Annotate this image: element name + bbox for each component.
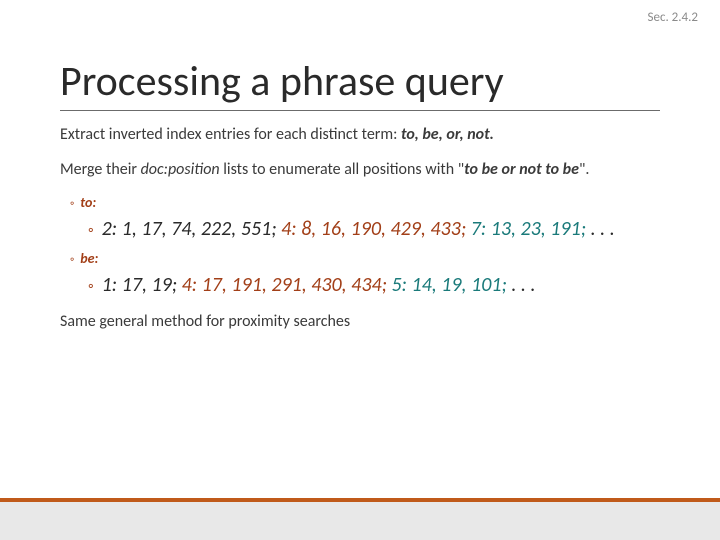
para2-mid: lists to enumerate all positions with " [220,160,465,179]
bullet-dot-icon: ◦ [88,221,94,241]
page-title: Processing a phrase query [60,60,660,104]
be-ellipsis: . . . [511,273,535,297]
be-seg2: 4: 17, 191, 291, 430, 434; [182,273,387,297]
title-rule [60,110,660,111]
para1-terms: to, be, or, not. [401,125,494,144]
bullet-be-data: ◦ 1: 17, 19; 4: 17, 191, 291, 430, 434; … [88,273,660,298]
para2-phrase: to be or not to be [464,160,579,179]
paragraph-closing: Same general method for proximity search… [60,312,660,332]
to-label: to: [80,194,96,211]
be-label: be: [80,250,98,267]
bullet-be-label: ◦ be: [70,250,660,267]
slide: Sec. 2.4.2 Processing a phrase query Ext… [0,0,720,540]
section-label: Sec. 2.4.2 [648,10,699,25]
para2-tail: ". [579,160,589,179]
to-seg2: 4: 8, 16, 190, 429, 433; [281,217,466,241]
to-ellipsis: . . . [591,217,615,241]
bullet-dot-icon: ◦ [70,253,74,267]
to-postings: 2: 1, 17, 74, 222, 551; 4: 8, 16, 190, 4… [102,217,615,242]
footer-bar [0,498,720,540]
to-seg1: 2: 1, 17, 74, 222, 551; [102,217,277,241]
bullet-to-data: ◦ 2: 1, 17, 74, 222, 551; 4: 8, 16, 190,… [88,217,660,242]
be-postings: 1: 17, 19; 4: 17, 191, 291, 430, 434; 5:… [102,273,536,298]
bullet-dot-icon: ◦ [88,277,94,297]
to-seg3: 7: 13, 23, 191; [471,217,586,241]
paragraph-extract: Extract inverted index entries for each … [60,125,660,145]
bullet-dot-icon: ◦ [70,197,74,211]
para1-lead: Extract inverted index entries for each … [60,125,401,144]
bullet-to-label: ◦ to: [70,194,660,211]
paragraph-merge: Merge their doc:position lists to enumer… [60,160,660,180]
para2-em: doc:position [141,160,220,179]
para2-lead: Merge their [60,160,141,179]
be-seg3: 5: 14, 19, 101; [391,273,506,297]
be-seg1: 1: 17, 19; [102,273,177,297]
